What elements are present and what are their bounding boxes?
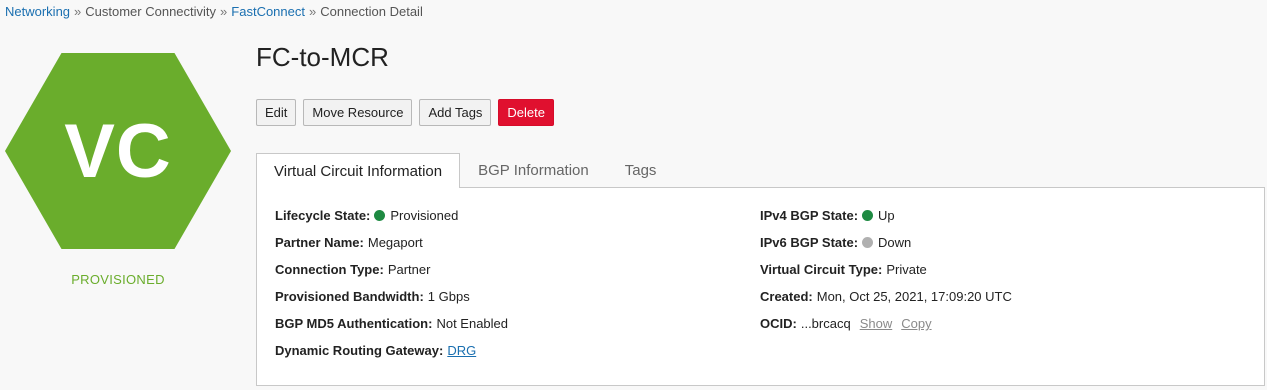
- resource-badge: VC: [5, 53, 231, 249]
- breadcrumb: Networking» Customer Connectivity» FastCon…: [5, 4, 423, 19]
- ipv4-bgp-state-row: IPv4 BGP State: Up: [760, 208, 1012, 235]
- info-column-right: IPv4 BGP State: Up IPv6 BGP State: Down …: [760, 208, 1012, 343]
- ocid-row: OCID: ...brcacq Show Copy: [760, 316, 1012, 343]
- page-title: FC-to-MCR: [256, 42, 389, 72]
- virtual-circuit-info-panel: Lifecycle State: Provisioned Partner Nam…: [256, 187, 1265, 386]
- breadcrumb-separator: »: [308, 4, 317, 19]
- status-dot-icon: [862, 210, 874, 221]
- provisioned-bandwidth-value: 1 Gbps: [427, 289, 470, 304]
- move-resource-button[interactable]: Move Resource: [303, 99, 413, 126]
- ipv4-bgp-state-value: Up: [878, 208, 895, 223]
- tab-virtual-circuit-information[interactable]: Virtual Circuit Information: [256, 153, 461, 188]
- breadcrumb-separator: »: [74, 4, 82, 19]
- bgp-md5-label: BGP MD5 Authentication:: [275, 316, 433, 331]
- breadcrumb-networking[interactable]: Networking: [5, 4, 70, 19]
- lifecycle-state-label: Lifecycle State:: [275, 208, 371, 223]
- connection-type-row: Connection Type: Partner: [275, 262, 508, 289]
- bgp-md5-value: Not Enabled: [436, 316, 509, 331]
- status-dot-icon: [862, 237, 874, 248]
- drg-link[interactable]: DRG: [447, 343, 476, 358]
- ipv6-bgp-state-row: IPv6 BGP State: Down: [760, 235, 1012, 262]
- provisioned-bandwidth-row: Provisioned Bandwidth: 1 Gbps: [275, 289, 508, 316]
- provisioned-bandwidth-label: Provisioned Bandwidth:: [275, 289, 424, 304]
- created-value: Mon, Oct 25, 2021, 17:09:20 UTC: [816, 289, 1012, 304]
- ipv6-bgp-state-value: Down: [878, 235, 912, 250]
- status-dot-icon: [374, 210, 386, 221]
- ocid-value: ...brcacq: [800, 316, 851, 331]
- drg-row: Dynamic Routing Gateway: DRG: [275, 343, 508, 370]
- add-tags-button[interactable]: Add Tags: [419, 99, 492, 126]
- info-column-left: Lifecycle State: Provisioned Partner Nam…: [275, 208, 508, 370]
- delete-button[interactable]: Delete: [498, 99, 554, 126]
- lifecycle-state-value: Provisioned: [390, 208, 459, 223]
- lifecycle-state-row: Lifecycle State: Provisioned: [275, 208, 508, 235]
- ipv4-bgp-state-label: IPv4 BGP State:: [760, 208, 859, 223]
- action-toolbar: Edit Move Resource Add Tags Delete: [256, 99, 554, 126]
- ocid-copy-link[interactable]: Copy: [901, 316, 931, 331]
- virtual-circuit-type-value: Private: [886, 262, 927, 277]
- partner-name-row: Partner Name: Megaport: [275, 235, 508, 262]
- ocid-label: OCID:: [760, 316, 797, 331]
- partner-name-label: Partner Name:: [275, 235, 364, 250]
- lifecycle-status-text: PROVISIONED: [71, 272, 165, 287]
- ipv6-bgp-state-label: IPv6 BGP State:: [760, 235, 859, 250]
- badge-initials: VC: [64, 108, 172, 194]
- breadcrumb-connection-detail: Connection Detail: [320, 4, 423, 19]
- connection-type-label: Connection Type:: [275, 262, 384, 277]
- created-label: Created:: [760, 289, 813, 304]
- breadcrumb-separator: »: [220, 4, 228, 19]
- tab-tags[interactable]: Tags: [607, 153, 675, 188]
- breadcrumb-fastconnect[interactable]: FastConnect: [231, 4, 305, 19]
- connection-type-value: Partner: [387, 262, 431, 277]
- virtual-circuit-type-row: Virtual Circuit Type: Private: [760, 262, 1012, 289]
- bgp-md5-row: BGP MD5 Authentication: Not Enabled: [275, 316, 508, 343]
- partner-name-value: Megaport: [367, 235, 423, 250]
- detail-tabs: Virtual Circuit Information BGP Informat…: [256, 153, 674, 188]
- created-row: Created: Mon, Oct 25, 2021, 17:09:20 UTC: [760, 289, 1012, 316]
- virtual-circuit-type-label: Virtual Circuit Type:: [760, 262, 883, 277]
- ocid-show-link[interactable]: Show: [860, 316, 893, 331]
- edit-button[interactable]: Edit: [256, 99, 297, 126]
- drg-label: Dynamic Routing Gateway:: [275, 343, 444, 358]
- breadcrumb-customer-connectivity: Customer Connectivity: [85, 4, 217, 19]
- tab-bgp-information[interactable]: BGP Information: [460, 153, 607, 188]
